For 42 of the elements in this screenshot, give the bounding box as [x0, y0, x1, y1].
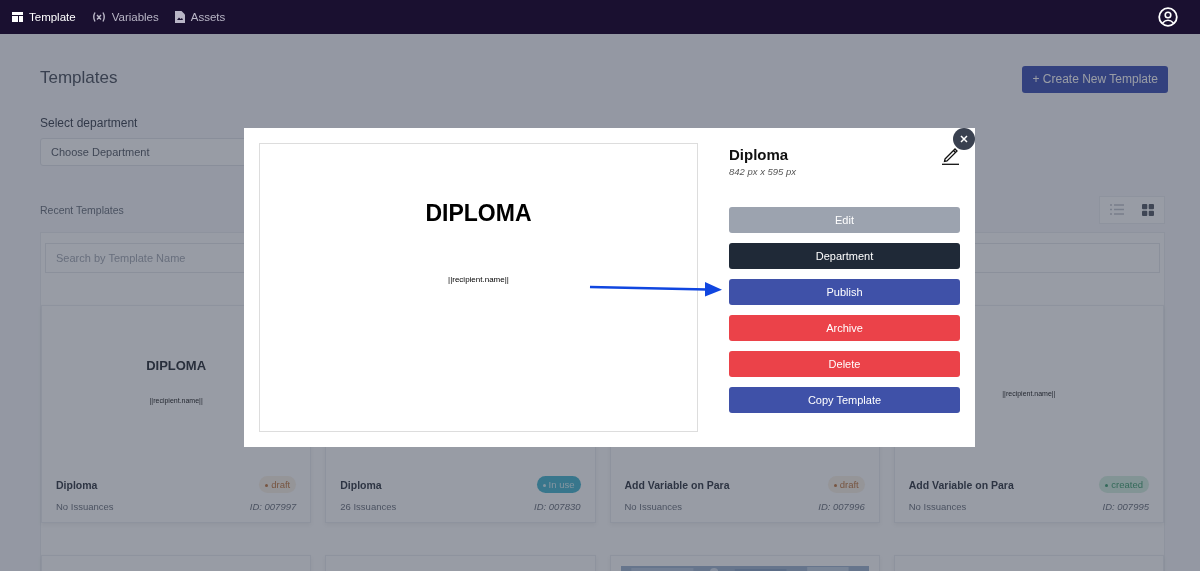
- file-icon: [174, 11, 185, 23]
- action-button[interactable]: Copy Template: [729, 387, 960, 413]
- status-badge: draft: [827, 476, 865, 493]
- nav-tab[interactable]: Template: [12, 11, 76, 23]
- action-button[interactable]: Archive: [729, 315, 960, 341]
- template-name: Diploma: [340, 478, 382, 491]
- template-id: ID: 007996: [818, 501, 865, 512]
- template-size: 842 px x 595 px: [729, 166, 797, 177]
- action-button[interactable]: Publish: [729, 279, 960, 305]
- preview-heading: DIPLOMA: [425, 200, 532, 227]
- edit-pencil-icon[interactable]: [941, 146, 960, 165]
- page-title: Templates: [40, 68, 118, 88]
- close-icon: [960, 135, 968, 143]
- template-name: Diploma: [56, 478, 98, 491]
- issuance-count: No Issuances: [624, 501, 683, 512]
- nav-tab[interactable]: Assets: [174, 11, 226, 23]
- create-template-button[interactable]: + Create New Template: [1022, 65, 1168, 93]
- department-label: Select department: [40, 116, 139, 130]
- action-button[interactable]: Delete: [729, 351, 960, 377]
- issuance-count: No Issuances: [56, 501, 114, 512]
- grid-view-icon[interactable]: [1142, 204, 1154, 216]
- variable-icon: [91, 12, 106, 22]
- status-badge: In use: [536, 476, 581, 493]
- template-name: Add Variable on Para: [624, 478, 730, 491]
- issuance-count: No Issuances: [908, 501, 967, 512]
- preview-placeholder-text: ||recipient.name||: [448, 275, 509, 284]
- issuance-count: 26 Issuances: [340, 501, 397, 512]
- layout-icon: [12, 12, 23, 22]
- status-badge: created: [1099, 476, 1149, 493]
- preview-heading: DIPLOMA: [146, 358, 207, 373]
- close-button[interactable]: [953, 128, 975, 150]
- section-heading: Recent Templates: [40, 204, 124, 216]
- template-title: Diploma: [729, 146, 790, 163]
- template-name: Add Variable on Para: [908, 478, 1014, 491]
- status-badge: draft: [259, 476, 297, 493]
- nav-tab[interactable]: Variables: [91, 11, 159, 23]
- list-view-icon[interactable]: [1110, 204, 1124, 215]
- template-id: ID: 007995: [1102, 501, 1149, 512]
- action-button[interactable]: Department: [729, 243, 960, 269]
- template-id: ID: 007997: [249, 501, 297, 512]
- user-account-icon[interactable]: [1158, 7, 1178, 27]
- template-id: ID: 007830: [534, 501, 581, 512]
